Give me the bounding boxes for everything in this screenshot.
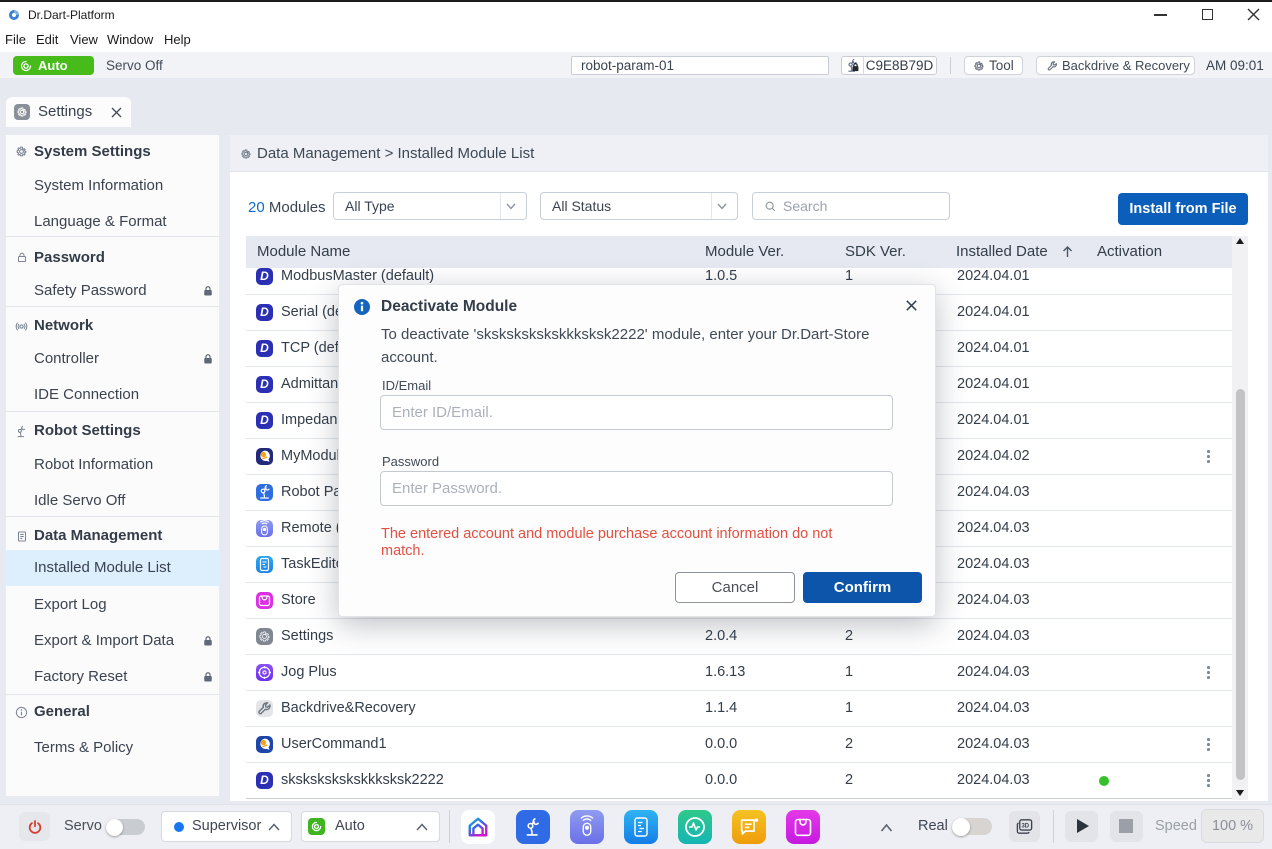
svg-text:3D: 3D <box>1021 823 1029 829</box>
